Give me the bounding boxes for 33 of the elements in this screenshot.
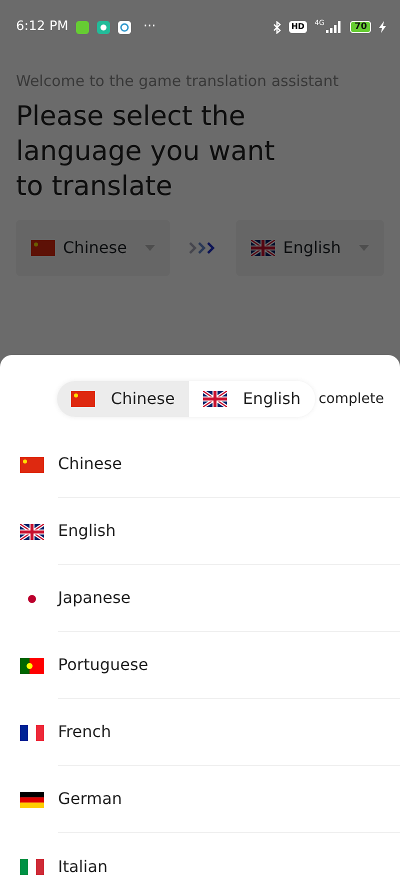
uk-flag-icon	[251, 240, 276, 256]
china-flag-icon	[31, 240, 55, 256]
china-flag-icon	[20, 456, 44, 472]
battery-level: 70	[350, 20, 371, 34]
language-option[interactable]: Italian	[58, 854, 108, 878]
page-title: Please select the language you want to translate	[16, 100, 276, 204]
language-option[interactable]: Portuguese	[58, 653, 148, 677]
signal-icon	[326, 21, 342, 33]
caret-icon	[359, 244, 370, 251]
language-option[interactable]: English	[58, 519, 116, 543]
uk-flag-icon	[20, 524, 44, 540]
italy-flag-icon	[20, 858, 44, 874]
france-flag-icon	[20, 724, 44, 740]
bluetooth-icon	[273, 20, 282, 34]
language-option[interactable]: Chinese	[58, 452, 122, 476]
language-option[interactable]: German	[58, 787, 122, 811]
hd-indicator: HD	[289, 21, 307, 33]
germany-flag-icon	[20, 792, 44, 808]
complete-button[interactable]: complete	[318, 388, 384, 410]
uk-flag-icon	[202, 391, 227, 407]
language-tab[interactable]: English	[188, 381, 315, 417]
china-flag-icon	[70, 391, 95, 407]
app-icon	[97, 20, 110, 34]
charging-icon	[379, 21, 386, 33]
language-option[interactable]: Japanese	[58, 586, 131, 610]
app-icon	[118, 20, 132, 34]
language-tab[interactable]: Chinese	[56, 381, 189, 417]
language-option[interactable]: French	[58, 720, 112, 744]
app-icon	[76, 20, 90, 34]
caret-icon	[145, 244, 156, 251]
more-indicator: ···	[143, 18, 156, 36]
portugal-flag-icon	[20, 658, 44, 674]
status-time: 6:12 PM	[16, 18, 68, 36]
